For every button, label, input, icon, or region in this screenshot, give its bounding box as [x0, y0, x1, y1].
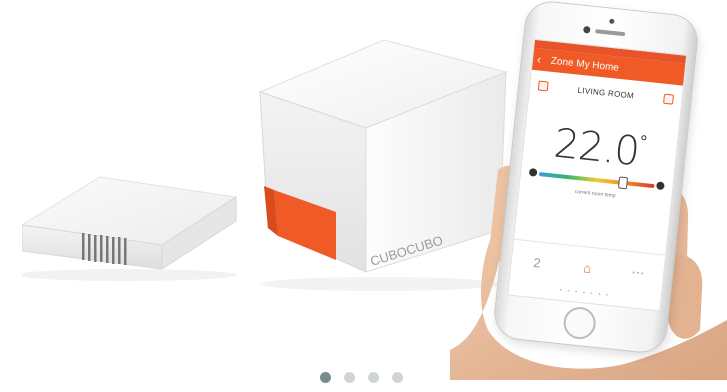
tab-zones-label: 2: [532, 254, 542, 271]
page-indicator-dots: • • • • • • •: [559, 287, 611, 300]
app-screen: ‹ Zone My Home LIVING ROOM 22.0° current…: [507, 38, 688, 312]
home-button[interactable]: [562, 305, 598, 341]
zone-name: LIVING ROOM: [577, 85, 635, 101]
front-camera: [582, 25, 591, 34]
front-sensor: [609, 18, 615, 25]
hub-device-image: [22, 176, 238, 281]
more-icon: ⋯: [630, 264, 646, 281]
home-icon: ⌂: [582, 259, 593, 276]
smartphone: ‹ Zone My Home LIVING ROOM 22.0° current…: [492, 0, 700, 355]
slider-max-dot: [656, 181, 665, 191]
carousel-dot-3[interactable]: [368, 372, 379, 383]
carousel-dot-2[interactable]: [344, 372, 355, 383]
product-carousel-slide: CUBOCUBO ‹ Zone My Home LIVING ROOM 22.0…: [0, 0, 727, 380]
app-bar-title: Zone My Home: [550, 55, 620, 74]
earpiece: [595, 29, 626, 37]
temperature-unit: °: [638, 131, 649, 153]
carousel-dot-4[interactable]: [392, 372, 403, 383]
back-chevron-icon[interactable]: ‹: [536, 52, 547, 66]
zone-schedule-icon[interactable]: [663, 93, 675, 105]
slider-knob[interactable]: [617, 176, 628, 190]
tab-zones[interactable]: 2: [516, 253, 557, 272]
carousel-pagination: [320, 372, 410, 386]
carousel-dot-1[interactable]: [320, 372, 331, 383]
slider-min-dot: [528, 168, 538, 177]
temperature-value: 22.0: [551, 120, 642, 176]
tab-home[interactable]: ⌂: [567, 258, 608, 277]
tab-more[interactable]: ⋯: [617, 263, 658, 283]
